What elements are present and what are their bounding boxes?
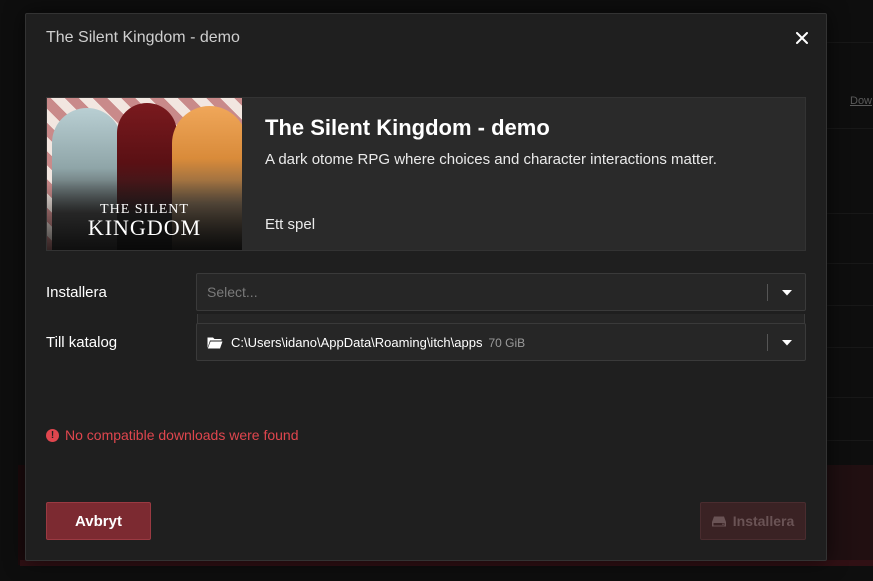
chevron-down-icon[interactable] bbox=[779, 335, 795, 351]
close-icon bbox=[796, 32, 808, 44]
select-separator bbox=[767, 334, 768, 351]
install-button[interactable]: Installera bbox=[700, 502, 806, 540]
upload-select[interactable]: Select... bbox=[196, 273, 806, 311]
folder-icon bbox=[207, 337, 223, 349]
directory-path-row: C:\Users\idano\AppData\Roaming\itch\apps… bbox=[231, 335, 525, 350]
install-label: Installera bbox=[46, 284, 107, 301]
error-message: ! No compatible downloads were found bbox=[46, 427, 298, 443]
directory-path: C:\Users\idano\AppData\Roaming\itch\apps bbox=[231, 335, 483, 350]
install-modal: The Silent Kingdom - demo THE SILENT KIN… bbox=[25, 13, 827, 561]
upload-select-placeholder: Select... bbox=[207, 284, 258, 300]
modal-title: The Silent Kingdom - demo bbox=[46, 29, 240, 46]
game-card: THE SILENT KINGDOM The Silent Kingdom - … bbox=[46, 97, 806, 251]
cover-logo-bottom: KINGDOM bbox=[87, 215, 202, 240]
hdd-icon bbox=[711, 516, 726, 526]
select-separator bbox=[767, 284, 768, 301]
game-description: A dark otome RPG where choices and chara… bbox=[265, 151, 717, 168]
close-button[interactable] bbox=[792, 28, 812, 48]
error-text: No compatible downloads were found bbox=[65, 427, 299, 443]
directory-select[interactable]: C:\Users\idano\AppData\Roaming\itch\apps… bbox=[196, 323, 806, 361]
exclamation-circle-icon: ! bbox=[46, 428, 59, 442]
cancel-button[interactable]: Avbryt bbox=[46, 502, 151, 540]
game-type: Ett spel bbox=[265, 216, 316, 233]
install-button-label: Installera bbox=[732, 513, 795, 529]
directory-free-space: 70 GiB bbox=[488, 336, 526, 350]
game-title: The Silent Kingdom - demo bbox=[265, 115, 550, 140]
chevron-down-icon[interactable] bbox=[779, 285, 795, 301]
game-cover-image: THE SILENT KINGDOM bbox=[47, 98, 242, 250]
directory-label: Till katalog bbox=[46, 334, 118, 351]
